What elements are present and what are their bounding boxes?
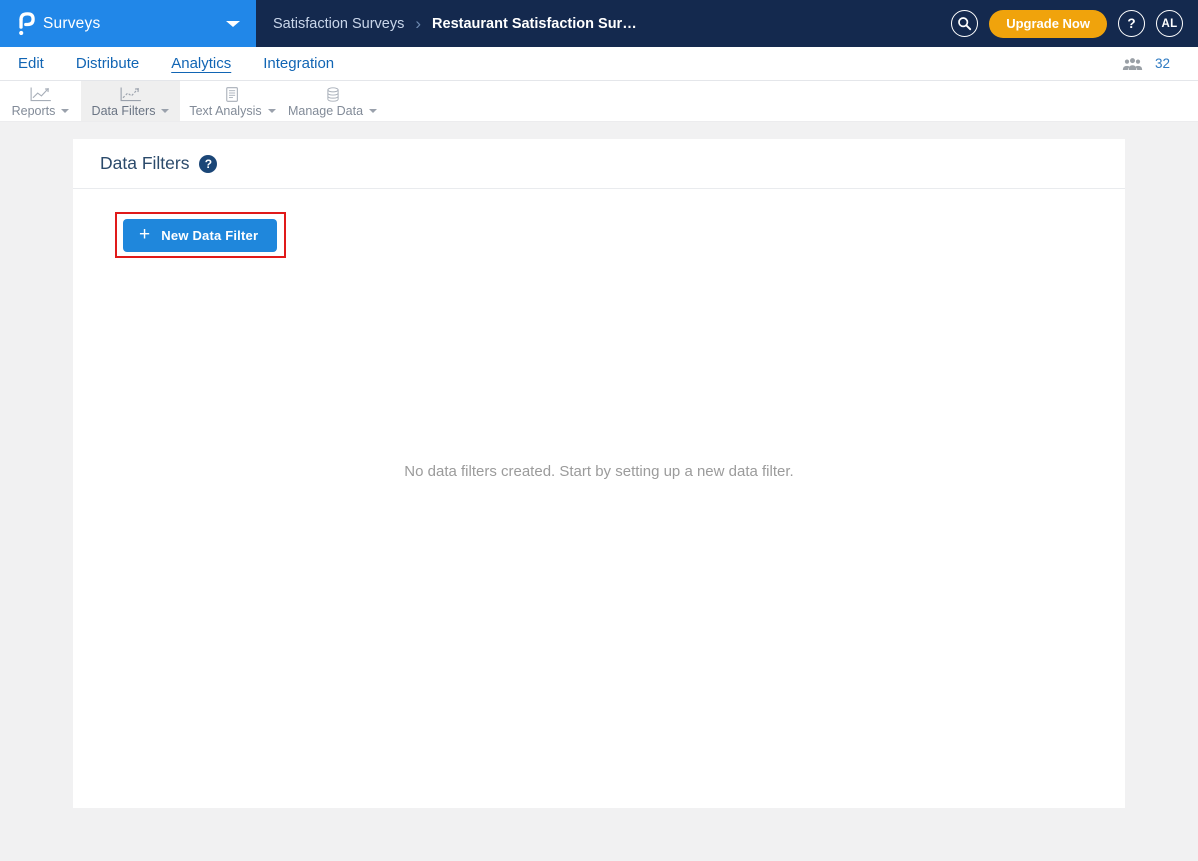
page-content: Data Filters ? + New Data Filter No data…	[0, 122, 1198, 808]
survey-nav: Edit Distribute Analytics Integration 32	[0, 47, 1198, 81]
toolbar-label-text-analysis: Text Analysis	[189, 104, 261, 118]
toolbar-item-data-filters[interactable]: Data Filters	[81, 81, 180, 121]
breadcrumb: Satisfaction Surveys › Restaurant Satisf…	[256, 0, 637, 47]
search-button[interactable]	[951, 10, 978, 37]
toolbar-label-manage-data: Manage Data	[288, 104, 363, 118]
product-switcher[interactable]: Surveys	[0, 0, 256, 47]
annotation-highlight-box: + New Data Filter	[115, 212, 286, 258]
database-icon	[325, 87, 341, 102]
new-data-filter-button[interactable]: + New Data Filter	[123, 219, 277, 252]
caret-down-icon	[268, 109, 276, 113]
caret-down-icon	[161, 109, 169, 113]
tab-distribute[interactable]: Distribute	[76, 55, 139, 72]
line-chart-dashed-icon	[119, 87, 142, 102]
plus-icon: +	[139, 225, 150, 244]
caret-down-icon	[226, 21, 240, 27]
product-name: Surveys	[43, 15, 100, 33]
questionpro-logo-icon	[18, 11, 35, 37]
toolbar-item-manage-data[interactable]: Manage Data	[285, 81, 380, 121]
nav-links: Edit Distribute Analytics Integration	[18, 55, 334, 72]
user-avatar[interactable]: AL	[1156, 10, 1183, 37]
tab-integration[interactable]: Integration	[263, 55, 334, 72]
tab-edit[interactable]: Edit	[18, 55, 44, 72]
line-chart-icon	[29, 87, 52, 102]
caret-down-icon	[61, 109, 69, 113]
toolbar-item-reports[interactable]: Reports	[0, 81, 81, 121]
help-icon[interactable]: ?	[199, 155, 217, 173]
breadcrumb-folder[interactable]: Satisfaction Surveys	[273, 16, 404, 32]
toolbar-label-reports: Reports	[12, 104, 56, 118]
people-icon	[1122, 57, 1143, 71]
respondents-count: 32	[1155, 56, 1170, 71]
toolbar-item-text-analysis[interactable]: Text Analysis	[180, 81, 285, 121]
new-data-filter-label: New Data Filter	[161, 228, 258, 243]
panel-header: Data Filters ?	[73, 139, 1125, 189]
help-button[interactable]: ?	[1118, 10, 1145, 37]
breadcrumb-survey-name[interactable]: Restaurant Satisfaction Sur…	[432, 16, 637, 32]
analytics-toolbar: Reports Data Filters Text Analysis	[0, 81, 1198, 122]
panel-title: Data Filters	[100, 153, 189, 174]
top-bar: Surveys Satisfaction Surveys › Restauran…	[0, 0, 1198, 47]
search-icon	[957, 16, 972, 31]
empty-state-message: No data filters created. Start by settin…	[73, 463, 1125, 480]
question-mark-icon: ?	[1127, 16, 1135, 31]
toolbar-label-data-filters: Data Filters	[92, 104, 156, 118]
text-document-icon	[225, 87, 240, 102]
upgrade-now-button[interactable]: Upgrade Now	[989, 10, 1107, 38]
tab-analytics[interactable]: Analytics	[171, 55, 231, 72]
breadcrumb-separator-icon: ›	[413, 15, 423, 32]
respondents-counter[interactable]: 32	[1122, 56, 1170, 71]
avatar-initials: AL	[1162, 18, 1178, 30]
caret-down-icon	[369, 109, 377, 113]
topbar-actions: Upgrade Now ? AL	[951, 0, 1198, 47]
data-filters-panel: Data Filters ? + New Data Filter No data…	[73, 139, 1125, 808]
